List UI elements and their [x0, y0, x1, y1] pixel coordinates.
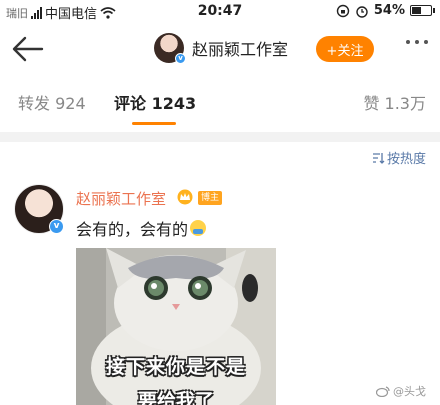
- meme-image[interactable]: 接下来你是不是 要给我了: [76, 248, 276, 405]
- watermark: @头戈: [376, 383, 426, 399]
- battery-fill: [412, 7, 422, 14]
- battery-percent: 54%: [373, 3, 405, 18]
- verified-badge-icon: v: [175, 53, 186, 64]
- sort-icon: [372, 152, 385, 164]
- section-divider: [0, 132, 440, 142]
- crown-badge-icon: [177, 189, 193, 205]
- tab-bar: 转发 924 评论 1243 赞 1.3万: [0, 84, 440, 128]
- meme-caption: 接下来你是不是: [105, 356, 246, 378]
- comment-avatar[interactable]: v: [14, 184, 64, 234]
- tab-comments[interactable]: 评论 1243: [114, 90, 196, 114]
- more-options-icon[interactable]: [406, 40, 428, 44]
- comment-text: 会有的，会有的: [76, 216, 207, 240]
- emoji-icon: [190, 220, 207, 236]
- nav-bar: v 赵丽颖工作室 +关注: [0, 26, 440, 72]
- sort-by-hot-button[interactable]: 按热度: [372, 148, 426, 167]
- active-tab-indicator: [132, 122, 176, 125]
- watermark-text: @头戈: [393, 385, 426, 398]
- page-title: 赵丽颖工作室: [192, 40, 289, 59]
- nav-account[interactable]: v 赵丽颖工作室: [154, 33, 289, 64]
- meme-caption-line2: 要给我了: [137, 390, 214, 405]
- rotation-lock-icon: [336, 4, 350, 17]
- weibo-logo-icon: [376, 385, 390, 397]
- tab-reposts[interactable]: 转发 924: [18, 90, 86, 114]
- author-tag: 博主: [198, 191, 223, 205]
- comment-author[interactable]: 赵丽颖工作室: [76, 188, 166, 209]
- avatar: v: [154, 33, 186, 64]
- cat-photo: [76, 248, 276, 405]
- alarm-icon: [356, 5, 368, 18]
- verified-badge-icon: v: [49, 219, 64, 234]
- tab-likes[interactable]: 赞 1.3万: [363, 90, 426, 114]
- follow-button[interactable]: +关注: [316, 36, 374, 62]
- status-bar: 瑞旧 中国电信 20:47 54%: [0, 0, 440, 24]
- battery-icon: [410, 5, 435, 16]
- status-right: 54%: [336, 3, 435, 18]
- sort-label: 按热度: [386, 152, 426, 167]
- comment-body: 会有的，会有的: [76, 220, 189, 239]
- back-arrow-icon[interactable]: [12, 36, 44, 62]
